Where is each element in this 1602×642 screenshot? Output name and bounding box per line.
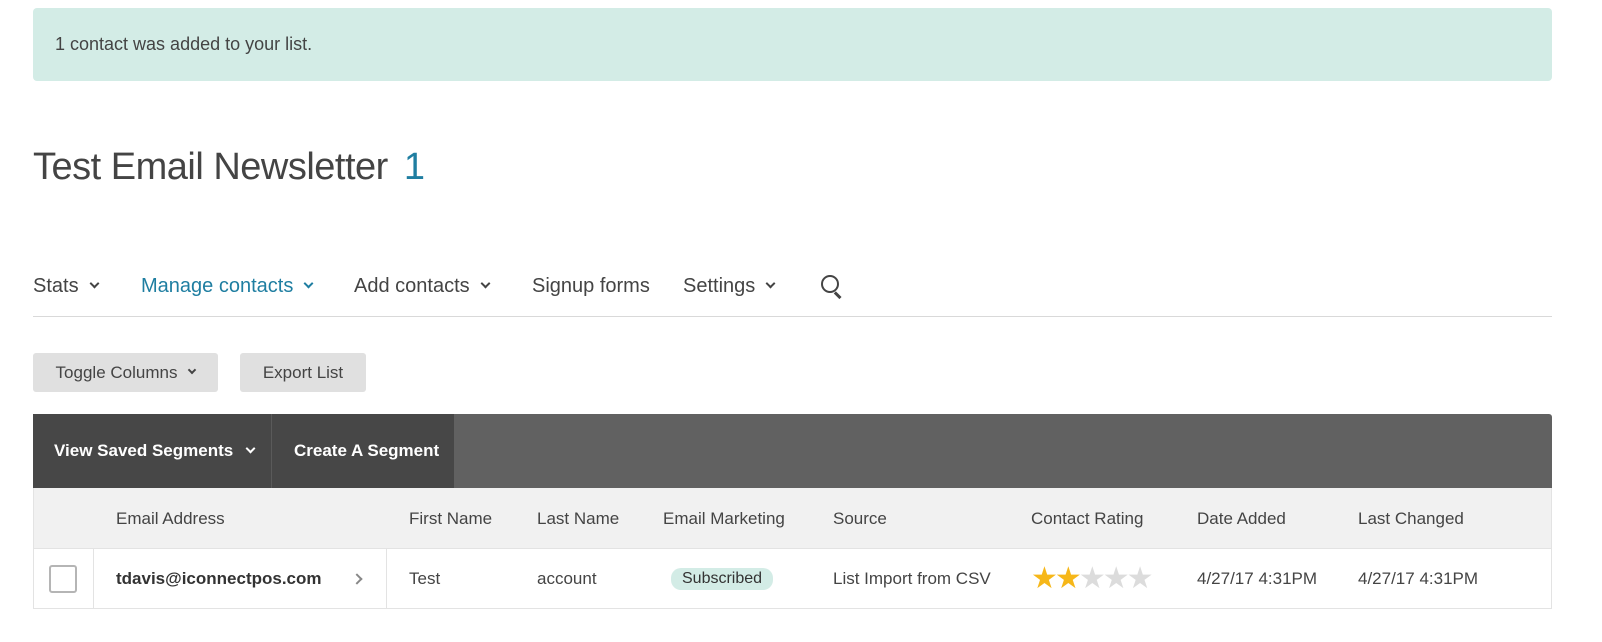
chevron-down-icon (188, 365, 197, 375)
column-last-changed-label: Last Changed (1358, 508, 1464, 528)
last-changed-value: 4/27/17 4:31PM (1358, 568, 1479, 588)
list-page: 1 contact was added to your list. Test E… (0, 0, 1602, 642)
segment-bar: View Saved Segments Create A Segment (33, 414, 1552, 488)
column-email-marketing[interactable]: Email Marketing (663, 488, 785, 549)
nav-stats-label: Stats (33, 274, 79, 297)
toggle-columns-label: Toggle Columns (55, 362, 178, 382)
success-banner: 1 contact was added to your list. (33, 8, 1552, 81)
nav-search[interactable] (818, 266, 844, 306)
column-date-added[interactable]: Date Added (1197, 488, 1286, 549)
cell-last-changed: 4/27/17 4:31PM (1358, 549, 1478, 608)
chevron-down-icon (245, 443, 256, 454)
nav-settings[interactable]: Settings (683, 266, 818, 306)
create-segment-button[interactable]: Create A Segment (272, 414, 454, 488)
cell-date-added: 4/27/17 4:31PM (1197, 549, 1317, 608)
column-last-changed[interactable]: Last Changed (1358, 488, 1464, 549)
row-checkbox[interactable] (49, 565, 77, 593)
list-title: Test Email Newsletter (33, 146, 388, 188)
star-icon[interactable]: ★ (1103, 561, 1130, 596)
column-email[interactable]: Email Address (116, 488, 225, 549)
table-header: Email Address First Name Last Name Email… (34, 488, 1551, 549)
cell-contact-rating: ★ ★ ★ ★ ★ (1031, 549, 1154, 608)
cell-divider (386, 549, 387, 608)
cell-last-name: account (537, 549, 597, 608)
nav-manage-contacts[interactable]: Manage contacts (141, 266, 354, 306)
export-list-button[interactable]: Export List (240, 353, 366, 392)
list-nav: Stats Manage contacts Add contacts Signu… (33, 266, 1552, 317)
star-icon[interactable]: ★ (1031, 561, 1058, 596)
nav-settings-label: Settings (683, 274, 756, 297)
star-icon[interactable]: ★ (1127, 561, 1154, 596)
cell-email-marketing: Subscribed (671, 549, 774, 608)
column-last-name-label: Last Name (537, 508, 620, 528)
nav-signup-forms-label: Signup forms (532, 274, 650, 297)
cell-source: List Import from CSV (833, 549, 991, 608)
first-name-value: Test (409, 568, 441, 588)
column-email-label: Email Address (116, 508, 225, 528)
cell-divider (93, 549, 94, 608)
chevron-down-icon (765, 278, 776, 289)
column-contact-rating[interactable]: Contact Rating (1031, 488, 1143, 549)
create-segment-label: Create A Segment (294, 441, 440, 460)
toggle-columns-button[interactable]: Toggle Columns (33, 353, 218, 392)
contact-email-link[interactable]: tdavis@iconnectpos.com (116, 569, 322, 589)
contacts-table: Email Address First Name Last Name Email… (33, 488, 1552, 609)
last-name-value: account (537, 568, 597, 588)
cell-email[interactable]: tdavis@iconnectpos.com (116, 549, 322, 608)
search-icon[interactable] (820, 274, 844, 298)
chevron-down-icon (89, 278, 100, 289)
chevron-down-icon (303, 278, 314, 289)
star-icon[interactable]: ★ (1055, 561, 1082, 596)
chevron-down-icon (480, 278, 491, 289)
column-first-name[interactable]: First Name (409, 488, 492, 549)
nav-add-contacts[interactable]: Add contacts (354, 266, 532, 306)
date-added-value: 4/27/17 4:31PM (1197, 568, 1318, 588)
source-value: List Import from CSV (833, 568, 991, 588)
status-badge: Subscribed (671, 567, 774, 590)
cell-first-name: Test (409, 549, 440, 608)
column-last-name[interactable]: Last Name (537, 488, 619, 549)
export-list-label: Export List (262, 362, 344, 382)
nav-stats[interactable]: Stats (33, 266, 141, 306)
view-saved-segments-label: View Saved Segments (54, 441, 234, 460)
banner-message: 1 contact was added to your list. (55, 34, 313, 54)
column-date-added-label: Date Added (1197, 508, 1286, 528)
star-icon[interactable]: ★ (1079, 561, 1106, 596)
nav-add-contacts-label: Add contacts (354, 274, 470, 297)
contact-rating-stars: ★ ★ ★ ★ ★ (1031, 561, 1154, 596)
nav-manage-contacts-label: Manage contacts (141, 274, 294, 297)
column-contact-rating-label: Contact Rating (1031, 508, 1144, 528)
table-row[interactable]: tdavis@iconnectpos.com Test account Subs… (34, 549, 1551, 608)
nav-signup-forms[interactable]: Signup forms (532, 266, 683, 306)
contact-count: 1 (403, 146, 425, 188)
column-email-marketing-label: Email Marketing (663, 508, 785, 528)
page-title: Test Email Newsletter 1 (33, 146, 425, 189)
column-first-name-label: First Name (409, 508, 493, 528)
view-saved-segments-button[interactable]: View Saved Segments (33, 414, 271, 488)
column-source-label: Source (833, 508, 887, 528)
column-source[interactable]: Source (833, 488, 887, 549)
chevron-right-icon[interactable] (351, 573, 363, 585)
